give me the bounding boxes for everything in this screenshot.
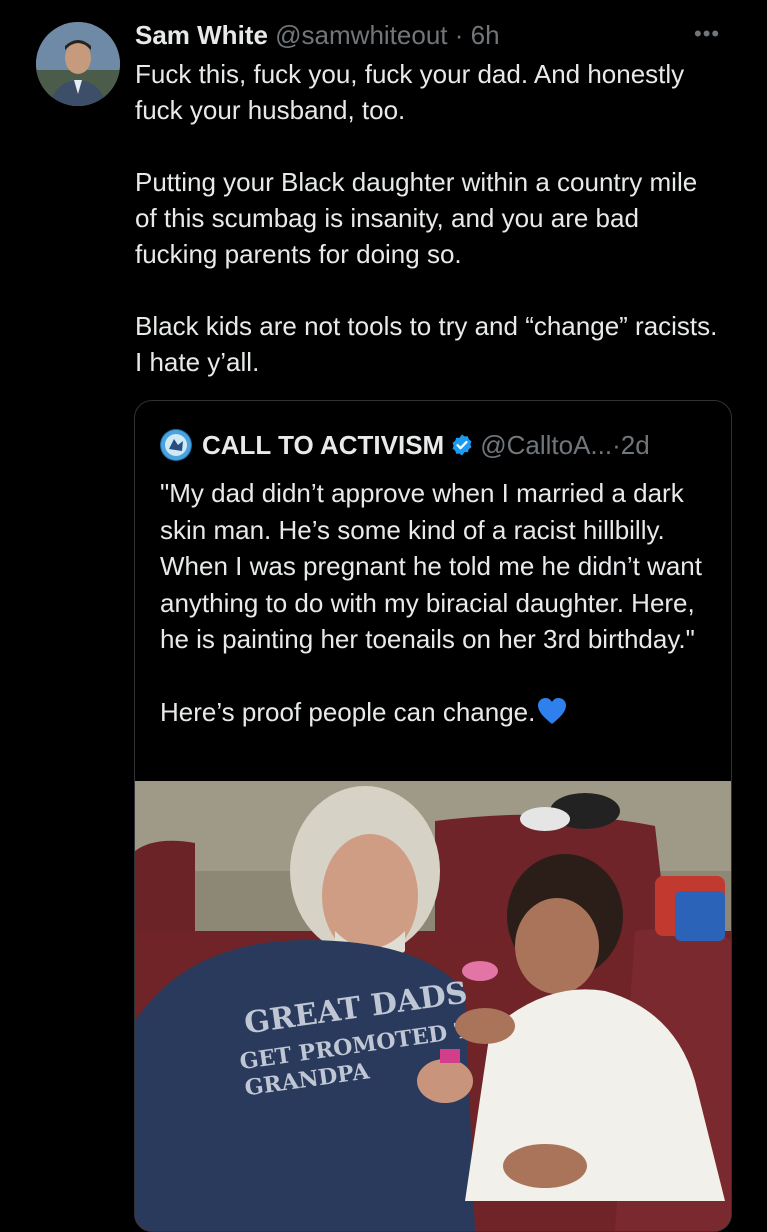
tweet-paragraph: Black kids are not tools to try and “cha… [135,311,718,377]
quoted-author-handle[interactable]: @CalltoA... [480,430,612,461]
separator-dot: · [454,20,464,50]
more-options-icon[interactable]: ••• [694,23,720,45]
quoted-tweet-header: CALL TO ACTIVISM @CalltoA... · 2d [160,425,650,465]
quoted-tweet-text: "My dad didn’t approve when I married a … [160,475,720,734]
quoted-tweet-card[interactable]: CALL TO ACTIVISM @CalltoA... · 2d "My da… [134,400,732,1232]
quoted-tweet-photo[interactable]: GREAT DADS GET PROMOTED TO GRANDPA [135,781,731,1231]
tweet-paragraph: Putting your Black daughter within a cou… [135,167,698,269]
blue-heart-emoji-icon [537,697,567,735]
author-name[interactable]: Sam White [135,20,268,50]
tweet-timestamp[interactable]: 6h [471,20,500,50]
quoted-paragraph: "My dad didn’t approve when I married a … [160,478,702,654]
tweet-header: Sam White @samwhiteout · 6h [135,19,500,51]
quoted-paragraph-proof: Here’s proof people can change. [160,694,720,735]
quoted-tweet-timestamp[interactable]: 2d [621,430,650,461]
separator-dot: · [612,429,621,460]
quoted-paragraph-text: Here’s proof people can change. [160,696,536,727]
tweet-text: Fuck this, fuck you, fuck your dad. And … [135,56,725,380]
quoted-author-name[interactable]: CALL TO ACTIVISM [202,430,444,461]
tweet-paragraph: Fuck this, fuck you, fuck your dad. And … [135,59,685,125]
avatar-photo [36,22,120,106]
author-handle[interactable]: @samwhiteout [275,20,447,50]
verified-badge-icon [450,433,474,457]
author-avatar[interactable] [36,22,120,106]
photo-grandpa-child: GREAT DADS GET PROMOTED TO GRANDPA [135,781,731,1231]
globe-logo-icon [161,430,191,460]
quoted-author-avatar[interactable] [160,429,192,461]
